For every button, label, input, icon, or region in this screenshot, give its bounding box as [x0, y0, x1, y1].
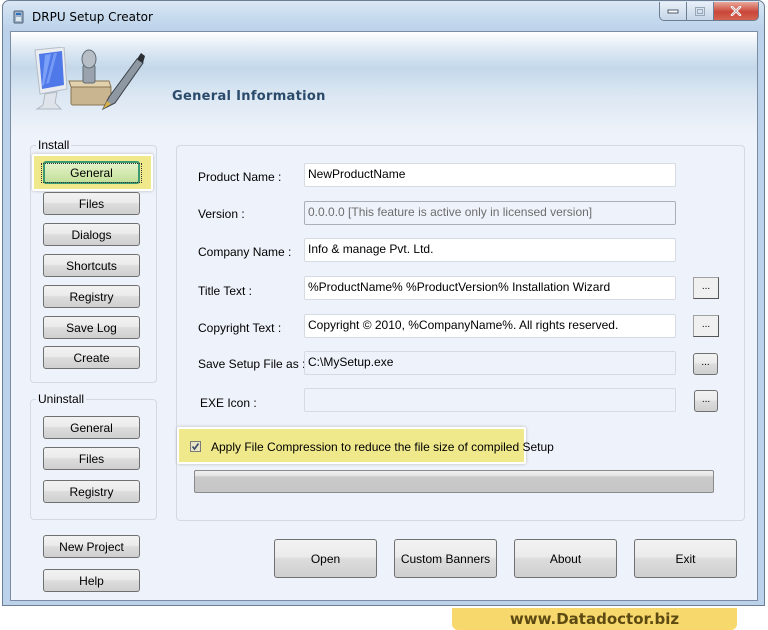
custom-banners-button[interactable]: Custom Banners: [394, 539, 497, 578]
company-name-label: Company Name :: [198, 245, 292, 259]
about-button[interactable]: About: [514, 539, 617, 578]
version-input: 0.0.0.0 [This feature is active only in …: [304, 201, 676, 225]
version-label: Version :: [198, 207, 245, 221]
title-text-input[interactable]: %ProductName% %ProductVersion% Installat…: [304, 276, 676, 300]
exe-icon-label: EXE Icon :: [200, 396, 257, 410]
copyright-text-browse-button[interactable]: ...: [693, 315, 719, 337]
maximize-button[interactable]: [687, 2, 714, 21]
copyright-text-label: Copyright Text :: [198, 321, 282, 335]
install-create-button[interactable]: Create: [43, 346, 140, 369]
header-banner: General Information: [11, 32, 757, 132]
computer-stamp-pen-icon: [34, 47, 145, 111]
uninstall-group-label: Uninstall: [36, 392, 87, 406]
compression-checkbox[interactable]: [190, 441, 201, 452]
install-group-label: Install: [36, 138, 72, 152]
exe-icon-input[interactable]: [304, 388, 676, 412]
title-bar[interactable]: DRPU Setup Creator: [3, 1, 764, 31]
new-project-button[interactable]: New Project: [43, 535, 140, 558]
install-general-button[interactable]: General: [41, 161, 142, 184]
build-progress-bar: [194, 470, 714, 493]
uninstall-general-button[interactable]: General: [43, 416, 140, 439]
minimize-button[interactable]: [659, 2, 687, 21]
client-area: General Information Install General File…: [10, 31, 758, 601]
copyright-text-input[interactable]: Copyright © 2010, %CompanyName%. All rig…: [304, 314, 676, 338]
compression-label[interactable]: Apply File Compression to reduce the fil…: [211, 440, 554, 454]
uninstall-files-button[interactable]: Files: [43, 447, 140, 470]
title-text-browse-button[interactable]: ...: [693, 277, 719, 299]
minimize-icon: [667, 9, 679, 14]
save-setup-file-browse-button[interactable]: ...: [693, 353, 718, 375]
close-button[interactable]: [714, 2, 759, 21]
install-general-label: General: [41, 162, 142, 183]
company-name-input[interactable]: Info & manage Pvt. Ltd.: [304, 238, 676, 262]
caption-buttons: [659, 2, 759, 22]
install-registry-button[interactable]: Registry: [43, 285, 140, 308]
uninstall-registry-button[interactable]: Registry: [43, 480, 140, 503]
title-text-label: Title Text :: [198, 284, 253, 298]
save-setup-file-label: Save Setup File as :: [198, 357, 306, 371]
product-name-input[interactable]: NewProductName: [304, 163, 676, 187]
install-dialogs-button[interactable]: Dialogs: [43, 223, 140, 246]
install-files-button[interactable]: Files: [43, 192, 140, 215]
exit-button[interactable]: Exit: [634, 539, 737, 578]
save-setup-file-input[interactable]: C:\MySetup.exe: [304, 351, 676, 375]
install-save-log-button[interactable]: Save Log: [43, 316, 140, 339]
maximize-icon: [695, 6, 705, 16]
open-button[interactable]: Open: [274, 539, 377, 578]
exe-icon-browse-button[interactable]: ...: [694, 390, 718, 412]
close-icon: [730, 6, 742, 16]
window-title: DRPU Setup Creator: [32, 10, 153, 24]
help-button[interactable]: Help: [43, 569, 140, 592]
product-name-label: Product Name :: [198, 170, 282, 184]
setup-app-icon: [13, 10, 24, 24]
checkmark-icon: [191, 443, 200, 451]
page-title: General Information: [172, 89, 326, 104]
app-window: DRPU Setup Creator General Information I…: [2, 0, 765, 606]
install-shortcuts-button[interactable]: Shortcuts: [43, 254, 140, 277]
watermark-banner: www.Datadoctor.biz: [452, 608, 737, 630]
